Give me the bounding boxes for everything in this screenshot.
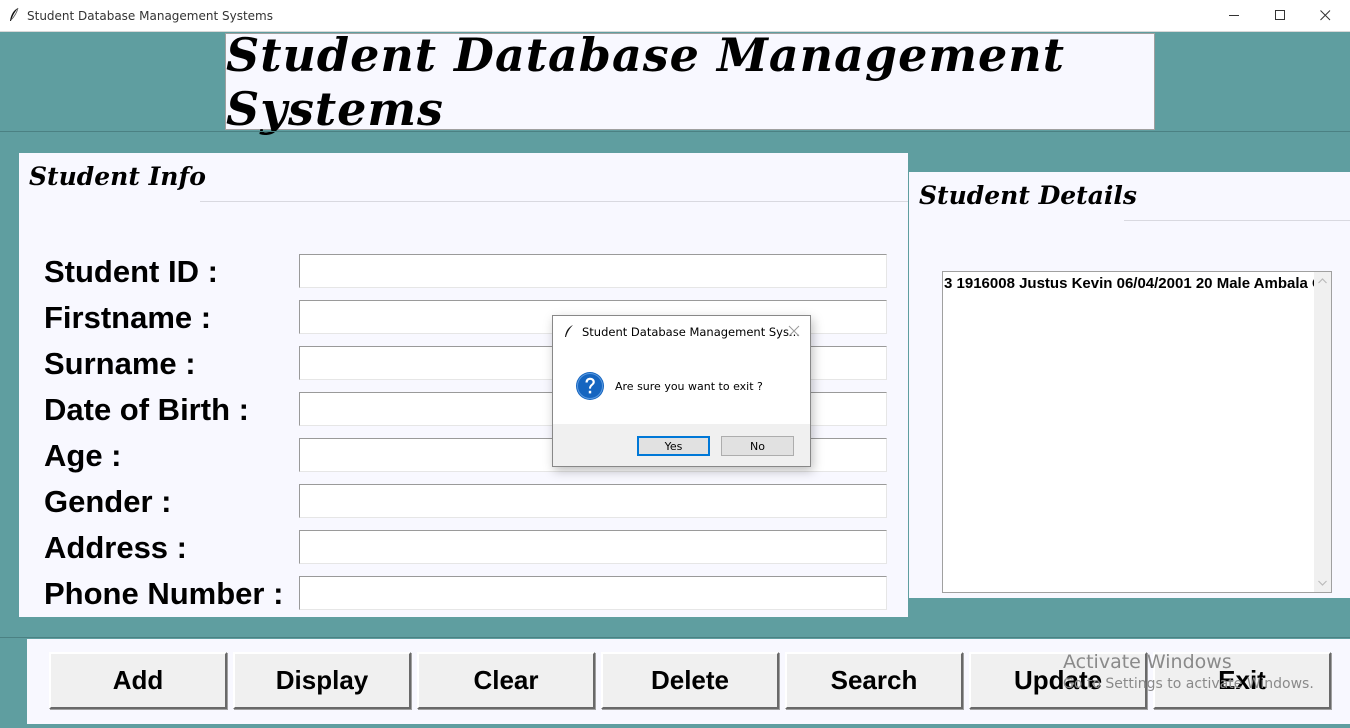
- caption-rule: [200, 201, 908, 202]
- no-button[interactable]: No: [721, 436, 794, 456]
- student-details-listbox[interactable]: 3 1916008 Justus Kevin 06/04/2001 20 Mal…: [942, 271, 1332, 593]
- date-of-birth-label: Date of Birth :: [44, 392, 249, 427]
- feather-icon: [10, 7, 19, 21]
- close-button[interactable]: [1302, 0, 1348, 31]
- caption-rule: [1124, 220, 1350, 221]
- maximize-button[interactable]: [1257, 0, 1303, 31]
- close-icon: [1319, 10, 1330, 21]
- address-label: Address :: [44, 530, 187, 565]
- phone-number-input[interactable]: [299, 576, 887, 610]
- feather-icon: [565, 325, 573, 337]
- delete-button[interactable]: Delete: [601, 652, 779, 709]
- student-info-caption: Student Info: [29, 162, 206, 191]
- surname-label: Surname :: [44, 346, 196, 381]
- minimize-icon: [1228, 15, 1239, 16]
- search-button[interactable]: Search: [785, 652, 963, 709]
- list-item[interactable]: 3 1916008 Justus Kevin 06/04/2001 20 Mal…: [944, 275, 1331, 292]
- clear-button[interactable]: Clear: [417, 652, 595, 709]
- vertical-scrollbar[interactable]: [1314, 272, 1331, 592]
- dialog-message: Are sure you want to exit ?: [615, 380, 763, 393]
- scroll-up-icon[interactable]: [1318, 278, 1327, 284]
- activation-watermark-title: Activate Windows: [1063, 651, 1232, 673]
- header-banner: Student Database Management Systems: [225, 28, 1155, 136]
- gender-label: Gender :: [44, 484, 172, 519]
- address-input[interactable]: [299, 530, 887, 564]
- activation-watermark-subtitle: Go to Settings to activate Windows.: [1063, 676, 1314, 692]
- display-button[interactable]: Display: [233, 652, 411, 709]
- dialog-title: Student Database Management Sys...: [582, 325, 800, 339]
- add-button[interactable]: Add: [49, 652, 227, 709]
- dialog-titlebar: Student Database Management Sys...: [553, 316, 810, 346]
- age-label: Age :: [44, 438, 122, 473]
- firstname-label: Firstname :: [44, 300, 212, 335]
- question-icon: [576, 372, 604, 400]
- minimize-button[interactable]: [1211, 0, 1257, 31]
- gender-input[interactable]: [299, 484, 887, 518]
- dialog-footer: Yes No: [553, 424, 810, 466]
- student-id-input[interactable]: [299, 254, 887, 288]
- yes-button[interactable]: Yes: [637, 436, 710, 456]
- divider: [0, 131, 1350, 132]
- student-id-label: Student ID :: [44, 254, 218, 289]
- dialog-close-icon[interactable]: [788, 325, 800, 337]
- student-details-panel: Student Details 3 1916008 Justus Kevin 0…: [909, 172, 1350, 598]
- student-details-caption: Student Details: [919, 181, 1137, 210]
- maximize-icon: [1274, 10, 1285, 20]
- page-title: Student Database Management Systems: [226, 27, 1065, 136]
- divider: [0, 637, 1350, 638]
- phone-number-label: Phone Number :: [44, 576, 284, 611]
- window-title: Student Database Management Systems: [27, 9, 273, 23]
- scroll-down-icon[interactable]: [1318, 580, 1327, 586]
- exit-confirm-dialog: Student Database Management Sys... Are s…: [552, 315, 811, 467]
